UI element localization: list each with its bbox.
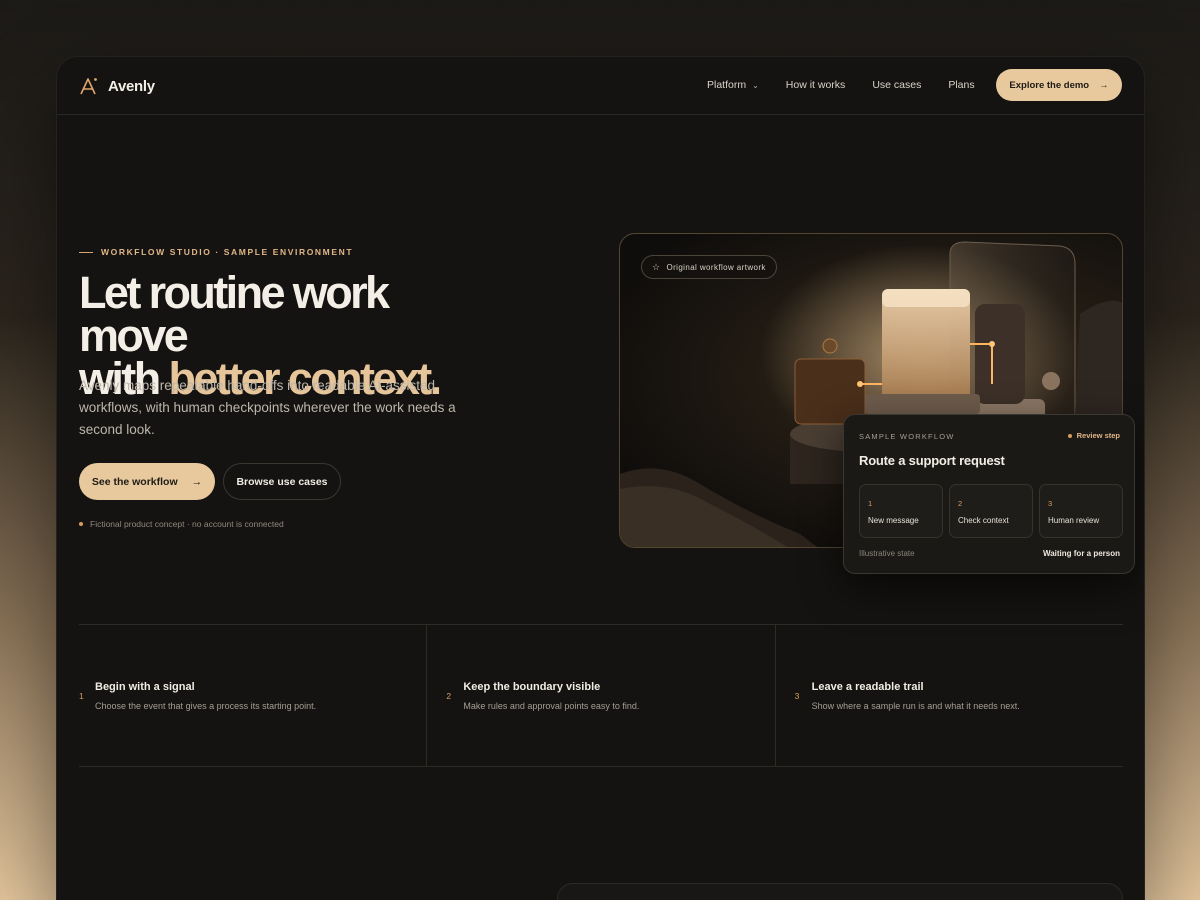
workflow-steps: 1 New message 2 Check context 3 Human re…: [859, 484, 1123, 538]
chevron-down-icon: ⌄: [752, 80, 759, 90]
star-icon: ☆: [652, 261, 661, 272]
footnote-text: Fictional product concept · no account i…: [90, 519, 284, 529]
brand[interactable]: Avenly: [79, 76, 155, 96]
see-workflow-button[interactable]: See the workflow →: [79, 463, 215, 500]
feature-number: 2: [446, 691, 452, 701]
arrow-right-icon: →: [191, 475, 203, 488]
workflow-step-3[interactable]: 3 Human review: [1039, 484, 1123, 538]
feature-title: Leave a readable trail: [811, 681, 924, 693]
feature-title: Begin with a signal: [95, 681, 195, 693]
workflow-status-text: Review step: [1076, 431, 1120, 440]
step-number: 2: [958, 499, 963, 508]
top-nav: Avenly Platform ⌄ How it works Use cases…: [57, 57, 1144, 115]
explore-demo-button[interactable]: Explore the demo →: [996, 69, 1122, 101]
feature-desc: Choose the event that gives a process it…: [95, 701, 317, 711]
eyebrow-text: WORKFLOW STUDIO · SAMPLE ENVIRONMENT: [101, 247, 354, 257]
nav-links: Platform ⌄ How it works Use cases Plans: [707, 79, 975, 91]
hero-footnote: Fictional product concept · no account i…: [79, 519, 284, 529]
hero-lede: Avenly maps repeatable hand-offs into re…: [79, 378, 456, 437]
step-name: Human review: [1048, 516, 1100, 525]
feature-desc: Show where a sample run is and what it n…: [811, 701, 1020, 711]
feature-number: 1: [79, 691, 84, 701]
workflow-card-label: SAMPLE WORKFLOW: [859, 432, 955, 441]
browse-use-cases-button[interactable]: Browse use cases: [223, 463, 341, 500]
headline-line1: Let routine work move: [79, 267, 390, 361]
sample-workflow-card: SAMPLE WORKFLOW Review step Route a supp…: [843, 414, 1135, 574]
workflow-title: Route a support request: [859, 453, 1005, 468]
feature-item: 1 Begin with a signal Choose the event t…: [79, 625, 428, 766]
workflow-footer-left: Illustrative state: [859, 549, 915, 558]
workflow-step-2[interactable]: 2 Check context: [949, 484, 1033, 538]
workflow-status-badge: Review step: [1067, 431, 1120, 440]
feature-number: 3: [794, 691, 800, 701]
status-dot-icon: [1067, 433, 1072, 438]
nav-platform-label: Platform: [707, 79, 747, 91]
bullet-dot-icon: [79, 522, 83, 526]
artwork-badge-label: Original workflow artwork: [666, 262, 766, 272]
feature-strip: 1 Begin with a signal Choose the event t…: [79, 624, 1123, 767]
avenly-logo-icon: [80, 78, 97, 95]
arrow-right-icon: →: [1099, 79, 1109, 91]
workflow-step-1[interactable]: 1 New message: [859, 484, 943, 538]
feature-title: Keep the boundary visible: [463, 681, 601, 693]
hero-eyebrow: WORKFLOW STUDIO · SAMPLE ENVIRONMENT: [79, 247, 353, 257]
see-workflow-label: See the workflow: [91, 475, 178, 488]
nav-use-cases[interactable]: Use cases: [872, 79, 921, 91]
next-section-card: [557, 883, 1123, 900]
step-number: 3: [1048, 499, 1053, 508]
feature-item: 3 Leave a readable trail Show where a sa…: [776, 625, 1123, 766]
step-name: New message: [868, 516, 919, 525]
nav-plans[interactable]: Plans: [948, 79, 974, 91]
step-name: Check context: [958, 516, 1009, 525]
browser-frame: Avenly Platform ⌄ How it works Use cases…: [56, 56, 1145, 900]
nav-how-it-works[interactable]: How it works: [786, 79, 846, 91]
eyebrow-dash: [79, 251, 93, 253]
feature-desc: Make rules and approval points easy to f…: [463, 701, 640, 711]
workflow-footer-right: Waiting for a person: [1042, 549, 1120, 558]
nav-platform[interactable]: Platform ⌄: [707, 79, 759, 91]
artwork-badge: ☆ Original workflow artwork: [641, 255, 777, 279]
step-number: 1: [868, 499, 873, 508]
brand-name: Avenly: [108, 77, 155, 95]
explore-demo-label: Explore the demo: [1009, 79, 1090, 91]
feature-item: 2 Keep the boundary visible Make rules a…: [427, 625, 776, 766]
